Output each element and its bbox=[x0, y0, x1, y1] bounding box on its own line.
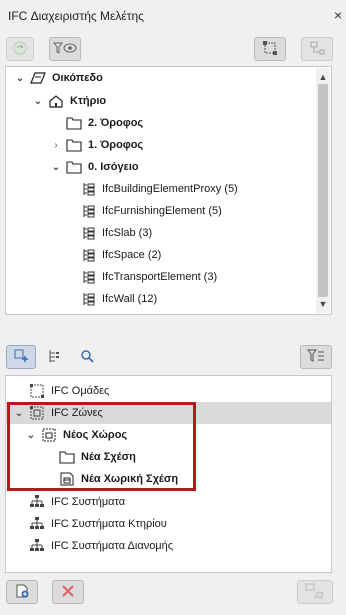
highlight-box bbox=[7, 402, 196, 491]
spatial-tree-label: 1. Όροφος bbox=[88, 139, 144, 151]
scroll-thumb[interactable] bbox=[318, 84, 328, 297]
systems-icon bbox=[29, 516, 45, 532]
spatial-tree-row[interactable]: IfcSlab (3) bbox=[64, 222, 152, 244]
add-page-icon bbox=[14, 583, 30, 602]
new-item-button[interactable] bbox=[6, 580, 38, 604]
no-chevron bbox=[13, 385, 25, 397]
refresh-icon bbox=[12, 40, 28, 59]
spatial-tree-row[interactable]: ⌄ Κτήριο bbox=[32, 90, 106, 112]
building-icon bbox=[48, 93, 64, 109]
folder-icon bbox=[66, 159, 82, 175]
spatial-tree-row[interactable]: ⌄ Οικόπεδο bbox=[14, 67, 103, 89]
element-list-icon bbox=[80, 269, 96, 285]
chevron-down-icon[interactable]: ⌄ bbox=[14, 72, 26, 84]
group-tree-label: IFC Ομάδες bbox=[51, 385, 110, 397]
spatial-tree-label: IfcSlab (3) bbox=[102, 227, 153, 239]
spatial-tree-row[interactable]: IfcTransportElement (3) bbox=[64, 266, 217, 288]
groups-icon bbox=[29, 383, 45, 399]
search-button[interactable] bbox=[74, 345, 100, 369]
spatial-tree-label: IfcFurnishingElement (5) bbox=[102, 205, 222, 217]
group-tree-row[interactable]: IFC Ομάδες bbox=[13, 380, 109, 402]
spatial-tree-row[interactable]: 2. Όροφος bbox=[50, 112, 143, 134]
delete-button[interactable] bbox=[52, 580, 84, 604]
element-list-icon bbox=[80, 181, 96, 197]
folder-icon bbox=[66, 115, 82, 131]
close-icon[interactable]: × bbox=[334, 7, 342, 23]
no-chevron bbox=[64, 205, 76, 217]
spatial-tree-label: 2. Όροφος bbox=[88, 117, 144, 129]
tree-view-button[interactable] bbox=[41, 345, 67, 369]
spatial-tree-label: IfcTransportElement (3) bbox=[102, 271, 218, 283]
filter-eye-icon bbox=[53, 41, 77, 58]
group-tree-label: IFC Συστήματα Διανομής bbox=[51, 540, 174, 552]
no-chevron bbox=[13, 518, 25, 530]
no-chevron bbox=[64, 271, 76, 283]
group-add-icon bbox=[13, 348, 29, 367]
spatial-tree-row[interactable]: IfcBuildingElementProxy (5) bbox=[64, 178, 238, 200]
add-to-group-button[interactable] bbox=[6, 345, 36, 369]
search-icon bbox=[80, 349, 94, 366]
spatial-tree-panel: ⌄ Οικόπεδο ⌄ Κτήριο 2. Όροφος › 1. Όροφος ⌄ 0. Ι… bbox=[5, 66, 332, 315]
scroll-up-icon[interactable]: ▲ bbox=[316, 70, 330, 84]
group-tree-row[interactable]: IFC Συστήματα bbox=[13, 491, 125, 513]
spatial-tree-label: 0. Ισόγειο bbox=[88, 161, 139, 173]
group-tree-row[interactable]: IFC Συστήματα Διανομής bbox=[13, 535, 173, 557]
no-chevron bbox=[13, 496, 25, 508]
filter-button[interactable] bbox=[300, 345, 332, 369]
tree-list-icon bbox=[47, 349, 61, 366]
element-list-icon bbox=[80, 225, 96, 241]
element-list-icon bbox=[80, 247, 96, 263]
chevron-down-icon[interactable]: ⌄ bbox=[50, 161, 62, 173]
spatial-tree-row[interactable]: IfcSpace (2) bbox=[64, 244, 161, 266]
hierarchy-button[interactable] bbox=[301, 37, 333, 61]
refresh-button[interactable] bbox=[6, 37, 34, 61]
filter-tree-icon bbox=[307, 349, 325, 366]
assign-hand-icon bbox=[305, 583, 325, 602]
filter-view-button[interactable] bbox=[49, 37, 81, 61]
folder-icon bbox=[66, 137, 82, 153]
spatial-tree-row[interactable]: › 1. Όροφος bbox=[50, 134, 143, 156]
spatial-tree-label: Κτήριο bbox=[70, 95, 107, 107]
spatial-tree-row[interactable]: IfcFurnishingElement (5) bbox=[64, 200, 222, 222]
spatial-tree-label: IfcBuildingElementProxy (5) bbox=[102, 183, 238, 195]
delete-x-icon bbox=[61, 584, 75, 601]
chevron-right-icon[interactable]: › bbox=[50, 139, 62, 151]
structure-button[interactable] bbox=[254, 37, 286, 61]
no-chevron bbox=[64, 227, 76, 239]
structure-icon bbox=[262, 40, 278, 59]
spatial-tree-label: Οικόπεδο bbox=[52, 72, 103, 84]
no-chevron bbox=[64, 249, 76, 261]
no-chevron bbox=[13, 540, 25, 552]
assign-button[interactable] bbox=[297, 580, 333, 604]
group-tree-row[interactable]: IFC Συστήματα Κτηρίου bbox=[13, 513, 167, 535]
spatial-tree-row[interactable]: ⌄ 0. Ισόγειο bbox=[50, 156, 139, 178]
window-title: IFC Διαχειριστής Μελέτης bbox=[8, 9, 144, 23]
hierarchy-icon bbox=[309, 40, 325, 59]
element-list-icon bbox=[80, 291, 96, 307]
element-list-icon bbox=[80, 203, 96, 219]
vertical-scrollbar[interactable]: ▲ ▼ bbox=[316, 68, 330, 313]
no-chevron bbox=[50, 117, 62, 129]
spatial-tree-label: IfcWall (12) bbox=[102, 293, 158, 305]
systems-icon bbox=[29, 494, 45, 510]
systems-icon bbox=[29, 538, 45, 554]
group-tree-label: IFC Συστήματα Κτηρίου bbox=[51, 518, 167, 530]
spatial-tree-row[interactable]: IfcWall (12) bbox=[64, 288, 157, 310]
no-chevron bbox=[64, 183, 76, 195]
no-chevron bbox=[64, 293, 76, 305]
scroll-down-icon[interactable]: ▼ bbox=[316, 297, 330, 311]
site-icon bbox=[30, 70, 46, 86]
chevron-down-icon[interactable]: ⌄ bbox=[32, 95, 44, 107]
group-tree-label: IFC Συστήματα bbox=[51, 496, 126, 508]
title-bar: IFC Διαχειριστής Μελέτης × bbox=[0, 0, 346, 32]
spatial-tree-label: IfcSpace (2) bbox=[102, 249, 162, 261]
